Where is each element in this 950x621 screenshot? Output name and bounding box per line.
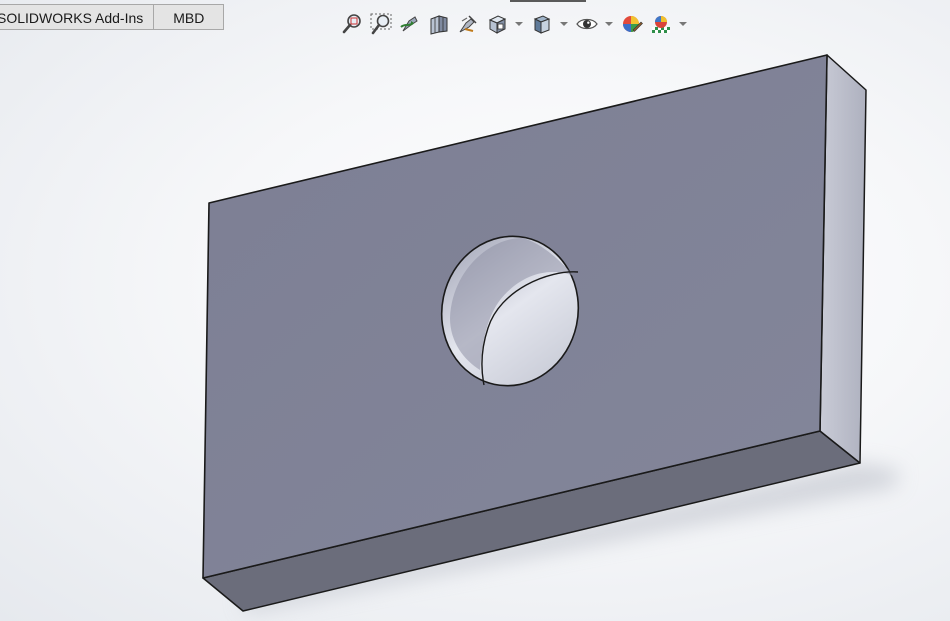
graphics-area[interactable] — [0, 0, 950, 621]
plate-right-face — [819, 54, 867, 464]
